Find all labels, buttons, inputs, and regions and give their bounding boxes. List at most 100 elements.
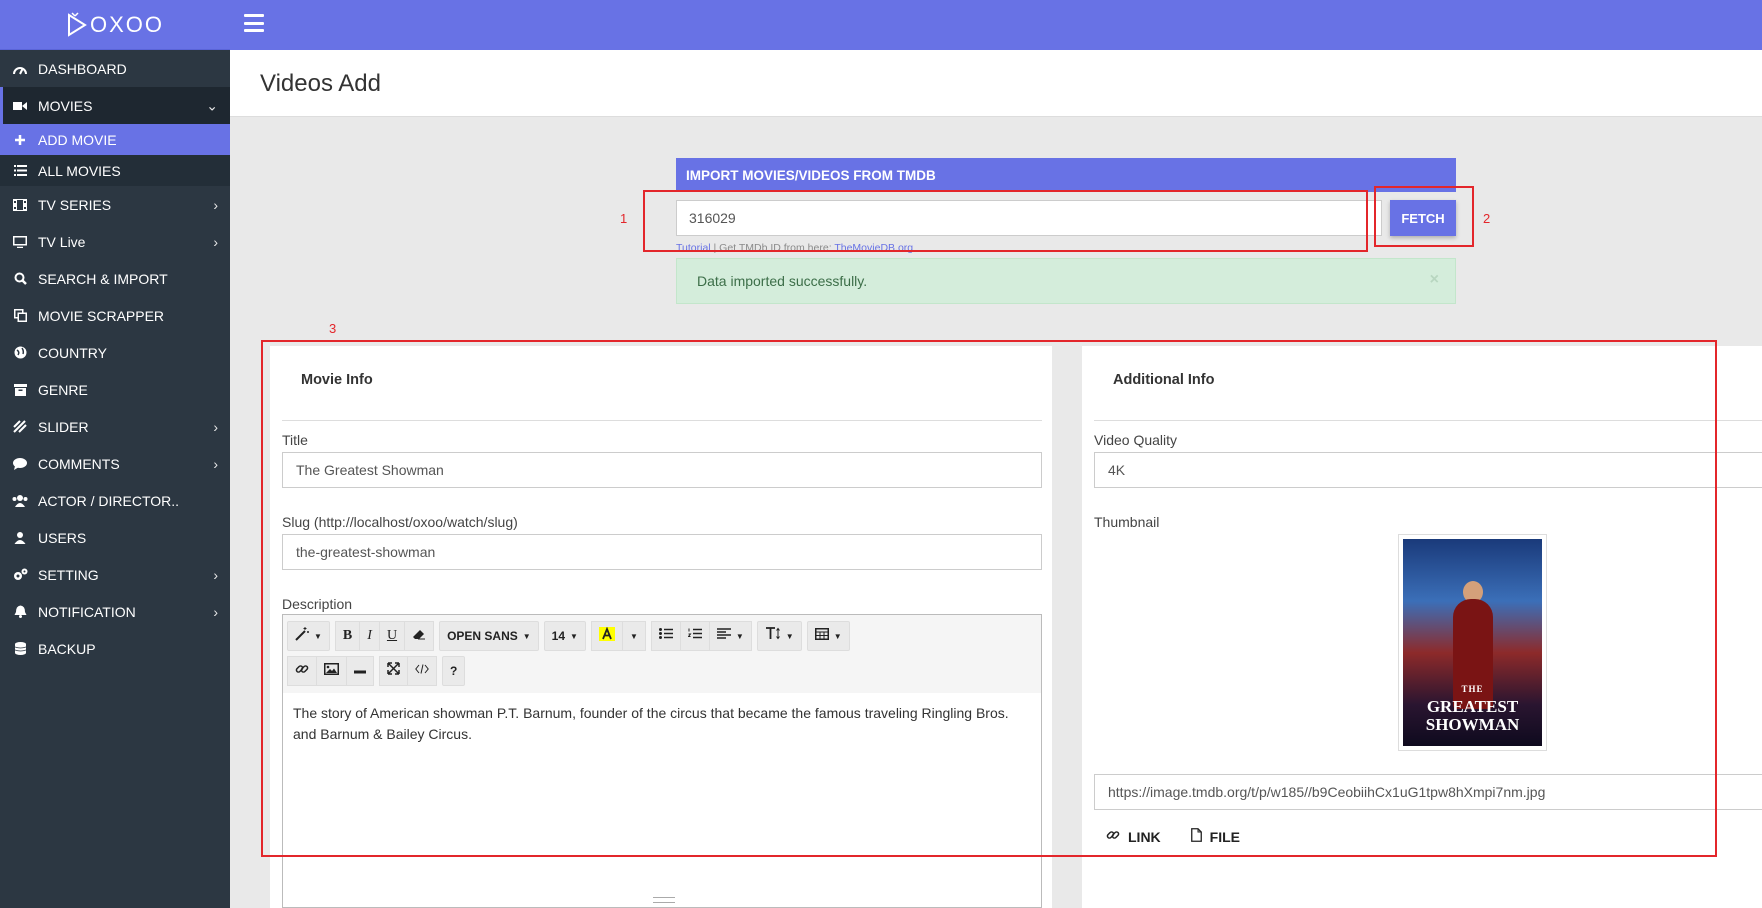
slug-input[interactable] (282, 534, 1042, 570)
fullscreen-button[interactable] (379, 656, 408, 686)
sidebar-item-dashboard[interactable]: DASHBOARD (0, 50, 230, 87)
sidebar-item-tv-series[interactable]: TV SERIES › (0, 186, 230, 223)
italic-button[interactable]: I (360, 621, 380, 651)
alert-message: Data imported successfully. (697, 273, 868, 289)
chevron-right-icon: › (213, 418, 218, 435)
text-height-icon (765, 627, 781, 645)
sidebar-item-country[interactable]: COUNTRY (0, 334, 230, 371)
bell-icon (12, 604, 28, 620)
sidebar-item-genre[interactable]: GENRE (0, 371, 230, 408)
link-option[interactable]: LINK (1106, 828, 1161, 845)
description-text[interactable]: The story of American showman P.T. Barnu… (283, 693, 1041, 755)
sidebar-item-slider[interactable]: SLIDER › (0, 408, 230, 445)
menu-toggle-icon[interactable] (244, 14, 264, 32)
horizontal-rule-button[interactable] (347, 656, 374, 686)
tmdb-import-panel: IMPORT MOVIES/VIDEOS FROM TMDB FETCH Tut… (676, 158, 1456, 254)
style-dropdown[interactable]: ▼ (287, 621, 330, 651)
bold-button[interactable]: B (334, 621, 361, 651)
chevron-right-icon: › (213, 603, 218, 620)
poster-title-line2: SHOWMAN (1425, 715, 1520, 734)
annotation-number-2: 2 (1483, 211, 1491, 226)
caret-down-icon: ▼ (735, 631, 744, 641)
annotation-number-3: 3 (329, 321, 337, 336)
sidebar-item-movie-scrapper[interactable]: MOVIE SCRAPPER (0, 297, 230, 334)
table-dropdown[interactable]: ▼ (806, 621, 850, 651)
ordered-list-icon (687, 628, 702, 645)
tmdb-import-header: IMPORT MOVIES/VIDEOS FROM TMDB (676, 158, 1456, 192)
description-editor: ▼ B I U OPEN SANS ▼ 14 ▼ ▼ ▼ ▼ ▼ ? The s… (282, 614, 1042, 908)
poster-title-the: THE (1461, 684, 1484, 694)
resize-handle-icon[interactable] (653, 897, 675, 903)
poster-title-line1: GREATEST (1426, 697, 1519, 716)
chevron-right-icon: › (213, 455, 218, 472)
font-size-dropdown[interactable]: 14 ▼ (543, 621, 586, 651)
thumbnail-preview: THE GREATEST SHOWMAN (1398, 534, 1547, 751)
page-title: Videos Add (260, 70, 381, 97)
chevron-right-icon: › (213, 233, 218, 250)
unordered-list-icon (658, 628, 673, 644)
close-icon[interactable]: × (1430, 271, 1439, 289)
sliders-icon (12, 419, 28, 435)
font-color-icon (598, 626, 615, 646)
sidebar-item-search-import[interactable]: SEARCH & IMPORT (0, 260, 230, 297)
user-icon (12, 530, 28, 546)
editor-toolbar: ▼ B I U OPEN SANS ▼ 14 ▼ ▼ ▼ ▼ ▼ ? (283, 615, 1041, 693)
title-input[interactable] (282, 452, 1042, 488)
thumbnail-url-input[interactable] (1094, 774, 1762, 810)
insert-link-button[interactable] (287, 656, 317, 686)
file-icon (1190, 828, 1202, 845)
divider (282, 420, 1042, 421)
caret-down-icon: ▼ (314, 631, 322, 641)
sidebar-item-comments[interactable]: COMMENTS › (0, 445, 230, 482)
dashboard-icon (12, 61, 28, 77)
ordered-list-button[interactable] (680, 621, 710, 651)
sidebar-item-actor-director[interactable]: ACTOR / DIRECTOR.. (0, 482, 230, 519)
gears-icon (12, 567, 28, 583)
topbar (230, 0, 1762, 50)
help-button[interactable]: ? (442, 656, 466, 686)
underline-button[interactable]: U (379, 621, 406, 651)
archive-icon (12, 382, 28, 398)
chevron-down-icon: ⌄ (206, 97, 218, 113)
image-icon (324, 662, 339, 680)
font-family-dropdown[interactable]: OPEN SANS ▼ (439, 621, 539, 651)
monitor-icon (12, 234, 28, 250)
video-quality-select[interactable] (1094, 452, 1762, 488)
video-quality-label: Video Quality (1094, 432, 1178, 448)
file-option[interactable]: FILE (1190, 828, 1240, 845)
sidebar-item-tv-live[interactable]: TV Live › (0, 223, 230, 260)
sidebar-item-all-movies[interactable]: ALL MOVIES (0, 155, 230, 186)
brand-logo[interactable]: OXOO (0, 0, 230, 50)
sidebar-item-setting[interactable]: SETTING › (0, 556, 230, 593)
play-logo-icon (66, 11, 88, 38)
expand-icon (387, 662, 400, 680)
help-separator: | Get TMDb ID from here: (710, 242, 835, 254)
sidebar-item-add-movie[interactable]: ADD MOVIE (0, 124, 230, 155)
database-icon (12, 641, 28, 657)
text-color-button[interactable] (590, 621, 623, 651)
code-view-button[interactable] (408, 656, 437, 686)
plus-icon (12, 134, 28, 145)
fetch-button[interactable]: FETCH (1390, 200, 1456, 236)
movie-info-panel: Movie Info Title Slug (http://localhost/… (270, 346, 1052, 908)
themoviedb-link[interactable]: TheMovieDB.org (834, 242, 913, 254)
minus-icon (354, 663, 366, 679)
chevron-right-icon: › (213, 196, 218, 213)
sidebar-item-movies[interactable]: MOVIES ⌄ (0, 87, 230, 124)
sidebar-item-users[interactable]: USERS (0, 519, 230, 556)
line-height-dropdown[interactable]: ▼ (756, 621, 802, 651)
tmdb-id-input[interactable] (676, 200, 1382, 236)
unordered-list-button[interactable] (650, 621, 681, 651)
caret-down-icon: ▼ (522, 631, 531, 641)
tmdb-help-text: Tutorial | Get TMDb ID from here: TheMov… (676, 242, 913, 254)
paragraph-align-dropdown[interactable]: ▼ (709, 621, 752, 651)
eraser-button[interactable] (405, 621, 435, 651)
text-color-dropdown[interactable]: ▼ (622, 621, 646, 651)
tutorial-link[interactable]: Tutorial (676, 242, 711, 254)
annotation-number-1: 1 (620, 211, 628, 226)
insert-image-button[interactable] (317, 656, 347, 686)
film-icon (12, 197, 28, 213)
sidebar-item-backup[interactable]: BACKUP (0, 630, 230, 667)
sidebar-item-notification[interactable]: NOTIFICATION › (0, 593, 230, 630)
code-icon (415, 663, 429, 679)
